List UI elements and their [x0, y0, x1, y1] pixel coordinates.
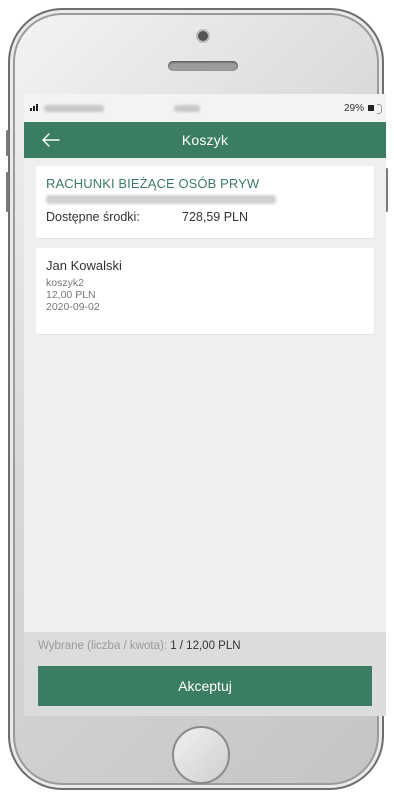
selected-summary-label: Wybrane (liczba / kwota):	[38, 640, 167, 652]
available-funds-value: 728,59 PLN	[182, 210, 249, 224]
transfer-amount: 12,00 PLN	[46, 289, 96, 301]
transfer-title: koszyk2	[46, 277, 84, 289]
app-header: Koszyk	[24, 122, 386, 158]
available-funds-row: Dostępne środki: 728,59 PLN	[46, 210, 364, 224]
selected-summary-value: 1 / 12,00 PLN	[170, 640, 241, 652]
volume-down-button	[6, 172, 9, 212]
battery-outline-icon	[377, 104, 382, 114]
clock-obscured	[174, 105, 200, 112]
recipient-name: Jan Kowalski	[46, 258, 122, 273]
available-funds-label: Dostępne środki:	[46, 210, 140, 224]
selected-summary: Wybrane (liczba / kwota): 1 / 12,00 PLN	[38, 640, 241, 652]
battery-percentage: 29%	[343, 103, 364, 114]
signal-icon	[30, 104, 40, 111]
front-camera	[198, 31, 208, 41]
carrier-name-obscured	[44, 105, 104, 112]
transfer-date: 2020-09-02	[46, 301, 100, 313]
earpiece-speaker	[168, 61, 238, 71]
transfer-card[interactable]: Jan Kowalski koszyk2 12,00 PLN 2020-09-0…	[36, 248, 374, 334]
account-number-obscured	[46, 195, 276, 204]
battery-icon	[368, 105, 374, 111]
home-button[interactable]	[172, 726, 230, 784]
accept-button[interactable]: Akceptuj	[38, 666, 372, 706]
status-bar: 29%	[24, 94, 386, 122]
footer-bar: Wybrane (liczba / kwota): 1 / 12,00 PLN …	[24, 632, 386, 716]
page-title: Koszyk	[181, 132, 229, 148]
account-name: RACHUNKI BIEŻĄCE OSÓB PRYW	[46, 176, 260, 191]
account-card[interactable]: RACHUNKI BIEŻĄCE OSÓB PRYW Dostępne środ…	[36, 166, 374, 238]
main-content: RACHUNKI BIEŻĄCE OSÓB PRYW Dostępne środ…	[24, 158, 386, 352]
screen: 29% Koszyk RACHUNKI BIEŻĄCE OSÓB PRYW Do…	[24, 94, 386, 716]
volume-up-button	[6, 130, 9, 156]
